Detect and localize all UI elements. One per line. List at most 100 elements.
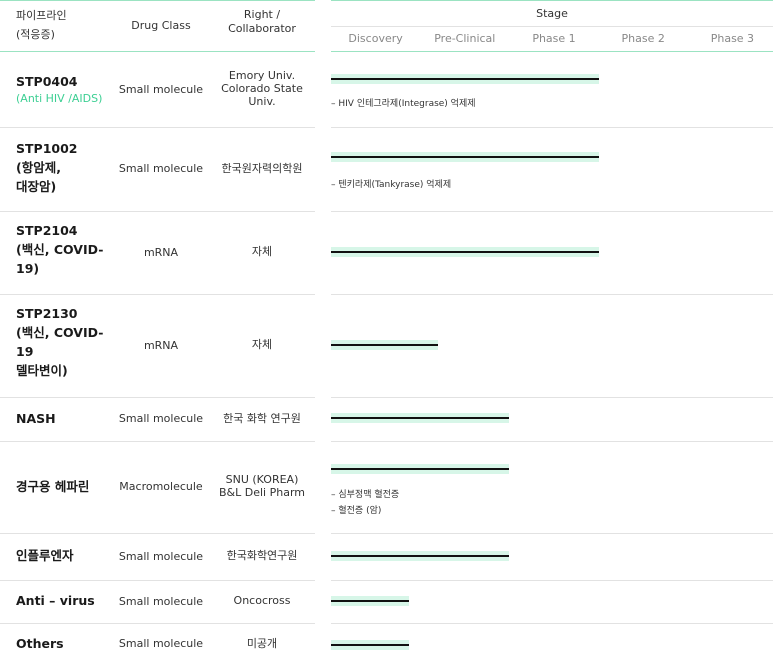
collaborator-header: Right / Collaborator — [218, 8, 306, 36]
pipeline-name: 인플루엔자 — [16, 546, 74, 565]
phase-header-0: Discovery — [348, 32, 403, 45]
stage-progress-bar — [331, 640, 409, 650]
row-divider — [0, 533, 315, 534]
row-divider — [0, 127, 315, 128]
phase-header-4: Phase 3 — [710, 32, 755, 45]
pipeline-name: 경구용 헤파린 — [16, 477, 89, 496]
stage-header-divider — [331, 26, 773, 27]
collaborator-header-line2: Collaborator — [228, 22, 296, 35]
stage-progress-bar — [331, 596, 409, 606]
stage-progress-bar — [331, 74, 599, 84]
header-top-rule — [0, 0, 315, 1]
collaborator-line: 자체 — [251, 245, 273, 258]
phase-header-2: Phase 1 — [532, 32, 576, 45]
pipeline-name-line: Others — [16, 636, 64, 651]
collaborator-cell: 자체 — [218, 245, 306, 258]
pipeline-name: NASH — [16, 409, 56, 428]
pipeline-name-line: STP2130 — [16, 306, 78, 321]
row-divider — [331, 623, 773, 624]
collaborator-line: 한국 화학 연구원 — [223, 411, 301, 425]
row-divider — [331, 294, 773, 295]
pipeline-header: 파이프라인 (적응증) — [16, 6, 67, 44]
stage-progress-bar — [331, 413, 509, 423]
stage-progress-bar — [331, 464, 509, 474]
pipeline-header-line1: 파이프라인 — [16, 9, 67, 22]
pipeline-name: Others — [16, 634, 64, 653]
stage-progress-bar — [331, 152, 599, 162]
pipeline-name-line: 19) — [16, 261, 40, 276]
phase-header-1: Pre-Clinical — [434, 32, 496, 45]
collaborator-cell: 한국화학연구원 — [218, 549, 306, 562]
drug-class-cell: Small molecule — [118, 162, 204, 175]
row-divider — [0, 211, 315, 212]
pipeline-indication: (Anti HIV /AIDS) — [16, 92, 103, 105]
pipeline-name-line: (항암제, — [16, 160, 61, 175]
collaborator-line: Colorado State — [221, 82, 303, 95]
drug-class-cell: Small molecule — [118, 549, 204, 563]
pipeline-header-line2: (적응증) — [16, 28, 55, 41]
collaborator-cell: Emory Univ. Colorado State Univ. — [218, 69, 306, 108]
phase-header-3: Phase 2 — [621, 32, 665, 45]
mechanism-note: 혈전증 (암) — [331, 503, 399, 519]
header-bottom-rule — [0, 51, 315, 52]
collaborator-cell: 자체 — [218, 338, 306, 351]
collaborator-line: B&L Deli Pharm — [219, 486, 305, 499]
mechanism-notes: 심부정맥 혈전증혈전증 (암) — [331, 487, 399, 519]
collaborator-line: 미공개 — [246, 636, 278, 650]
row-divider — [0, 441, 315, 442]
stage-bottom-rule — [331, 51, 773, 52]
row-divider — [0, 397, 315, 398]
row-divider — [0, 580, 315, 581]
drug-class-cell: Macromolecule — [119, 480, 203, 493]
collaborator-cell: Oncocross — [218, 594, 306, 607]
row-divider — [331, 211, 773, 212]
drug-class-cell: Small molecule — [118, 412, 204, 425]
collaborator-line: 한국원자력의학원 — [221, 161, 303, 175]
mechanism-note: 텐키라제(Tankyrase) 억제제 — [331, 177, 451, 193]
row-divider — [331, 397, 773, 398]
stage-progress-bar — [331, 247, 599, 257]
collaborator-line: Emory Univ. — [228, 69, 296, 82]
row-divider — [331, 127, 773, 128]
collaborator-header-line1: Right / — [243, 8, 281, 21]
pipeline-name-line: (백신, COVID- — [16, 242, 104, 257]
pipeline-name-line: 델타변이) — [16, 363, 68, 378]
pipeline-name-line: Anti – virus — [16, 593, 95, 608]
mechanism-note: 심부정맥 혈전증 — [331, 487, 399, 503]
pipeline-name-line: 대장암) — [16, 179, 57, 194]
collaborator-line: Univ. — [248, 95, 276, 108]
row-divider — [331, 441, 773, 442]
pipeline-name-line: 경구용 헤파린 — [16, 479, 90, 494]
collaborator-cell: 한국 화학 연구원 — [218, 412, 306, 425]
pipeline-name-line: STP0404 — [16, 74, 78, 89]
pipeline-name: Anti – virus — [16, 591, 95, 610]
collaborator-cell: 미공개 — [218, 637, 306, 650]
drug-class-header: Drug Class — [131, 19, 191, 32]
pipeline-name-line: 인플루엔자 — [16, 548, 74, 563]
pipeline-name-line: NASH — [16, 411, 56, 426]
stage-top-rule — [331, 0, 773, 1]
row-divider — [331, 580, 773, 581]
drug-class-cell: Small molecule — [118, 82, 204, 96]
pipeline-name: STP0404 (Anti HIV /AIDS) — [16, 72, 102, 106]
pipeline-name-line: 19 — [16, 344, 34, 359]
collaborator-cell: 한국원자력의학원 — [218, 162, 306, 175]
mechanism-notes: 텐키라제(Tankyrase) 억제제 — [331, 177, 451, 193]
collaborator-line: 자체 — [251, 338, 273, 351]
pipeline-name-line: STP2104 — [16, 223, 78, 238]
stage-header: Stage — [536, 7, 568, 20]
pipeline-name: STP2104 (백신, COVID- 19) — [16, 221, 103, 278]
pipeline-name: STP2130 (백신, COVID- 19 델타변이) — [16, 304, 103, 380]
stage-progress-bar — [331, 551, 509, 561]
collaborator-line: SNU (KOREA) — [225, 473, 299, 486]
drug-class-cell: mRNA — [143, 245, 179, 259]
row-divider — [331, 533, 773, 534]
row-divider — [0, 623, 315, 624]
row-divider — [0, 294, 315, 295]
collaborator-line: 한국화학연구원 — [226, 549, 298, 562]
mechanism-note: HIV 인테그라제(Integrase) 억제제 — [331, 96, 475, 112]
collaborator-cell: SNU (KOREA) B&L Deli Pharm — [218, 473, 306, 499]
mechanism-notes: HIV 인테그라제(Integrase) 억제제 — [331, 96, 475, 112]
stage-progress-bar — [331, 340, 438, 350]
drug-class-cell: Small molecule — [118, 637, 204, 650]
